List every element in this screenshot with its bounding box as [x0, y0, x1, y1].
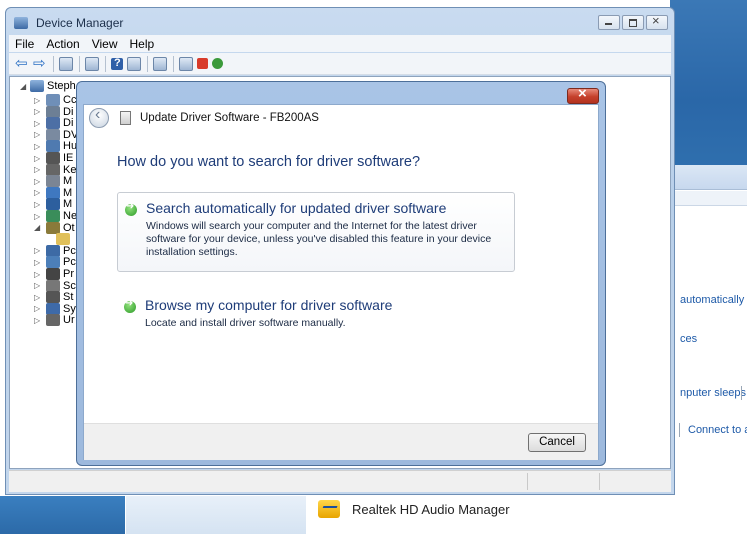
maximize-button[interactable] — [622, 15, 644, 30]
minimize-button[interactable] — [598, 15, 620, 30]
expand-triangle-icon[interactable]: ▷ — [34, 130, 42, 139]
expand-triangle-icon[interactable]: ▷ — [34, 188, 42, 197]
details-icon[interactable] — [85, 56, 99, 71]
update-driver-dialog: Update Driver Software - FB200AS How do … — [76, 81, 606, 466]
cancel-button[interactable]: Cancel — [528, 433, 586, 452]
toolbar-separator — [173, 55, 174, 72]
status-bar — [9, 470, 671, 492]
bg-text-connect[interactable]: Connect to ar — [688, 424, 747, 436]
green-arrow-icon — [125, 201, 137, 216]
window-title: Device Manager — [36, 16, 124, 30]
expand-triangle-icon[interactable]: ▷ — [34, 316, 42, 325]
background-window-titlebar — [675, 165, 747, 190]
option-description: Windows will search your computer and th… — [146, 220, 492, 258]
help-icon[interactable] — [111, 57, 123, 70]
background-window: automatically ces nputer sleeps Connect … — [675, 165, 747, 470]
browse-computer-option[interactable]: Browse my computer for driver software L… — [117, 290, 515, 340]
bg-text-automatically[interactable]: automatically — [680, 294, 744, 306]
scan-hardware-icon[interactable] — [153, 56, 167, 71]
menu-action[interactable]: Action — [46, 37, 79, 51]
show-hide-icon[interactable] — [127, 56, 141, 71]
status-divider — [527, 473, 528, 490]
green-arrow-icon — [124, 298, 136, 313]
bg-divider — [741, 386, 742, 400]
dialog-footer: Cancel — [84, 423, 598, 460]
expand-triangle-icon[interactable]: ▷ — [34, 154, 42, 163]
tree-item-label: Ur — [63, 314, 75, 327]
menu-bar: File Action View Help — [9, 35, 671, 52]
realtek-label: Realtek HD Audio Manager — [352, 501, 510, 517]
expand-triangle-icon[interactable]: ◢ — [34, 223, 42, 232]
desktop-background — [670, 0, 747, 168]
option-title: Search automatically for updated driver … — [146, 200, 447, 216]
driver-device-icon — [120, 111, 131, 125]
close-button[interactable] — [646, 13, 668, 30]
dialog-question: How do you want to search for driver sof… — [117, 154, 421, 170]
expand-triangle-icon[interactable]: ▷ — [34, 142, 42, 151]
enable-device-icon[interactable] — [212, 58, 223, 69]
tree-root[interactable]: ◢ Steph — [20, 79, 76, 93]
option-description: Locate and install driver software manua… — [145, 317, 346, 329]
dialog-content: Update Driver Software - FB200AS How do … — [83, 104, 599, 460]
expand-triangle-icon[interactable]: ▷ — [34, 177, 42, 186]
toolbar-separator — [79, 55, 80, 72]
menu-help[interactable]: Help — [130, 37, 155, 51]
update-driver-icon[interactable] — [179, 56, 193, 71]
dialog-close-button[interactable] — [567, 85, 599, 104]
properties-view-icon[interactable] — [59, 56, 73, 71]
collapse-triangle-icon[interactable]: ◢ — [20, 82, 28, 91]
dialog-header: Update Driver Software - FB200AS — [84, 105, 598, 131]
tree-root-label: Steph — [47, 80, 76, 92]
back-button[interactable] — [89, 106, 109, 128]
expand-triangle-icon[interactable]: ▷ — [34, 246, 42, 255]
expand-triangle-icon[interactable]: ▷ — [34, 293, 42, 302]
device-manager-icon — [14, 17, 28, 29]
toolbar-separator — [147, 55, 148, 72]
desktop-light-panel — [126, 496, 306, 534]
computer-icon — [30, 80, 44, 92]
desktop-blue-panel — [0, 496, 125, 534]
menu-file[interactable]: File — [15, 37, 34, 51]
expand-triangle-icon[interactable]: ▷ — [34, 200, 42, 209]
window-controls — [598, 13, 668, 30]
expand-triangle-icon[interactable]: ▷ — [34, 281, 42, 290]
bg-divider — [679, 423, 680, 437]
bg-text-computer-sleeps[interactable]: nputer sleeps — [680, 387, 746, 399]
realtek-audio-manager-link[interactable]: Realtek HD Audio Manager — [318, 497, 510, 521]
expand-triangle-icon[interactable]: ▷ — [34, 258, 42, 267]
expand-triangle-icon[interactable]: ▷ — [34, 212, 42, 221]
search-automatically-option[interactable]: Search automatically for updated driver … — [117, 192, 515, 272]
back-arrow-icon[interactable] — [15, 54, 29, 72]
uninstall-icon[interactable] — [197, 58, 208, 69]
expand-triangle-icon[interactable]: ▷ — [34, 107, 42, 116]
expand-triangle-icon[interactable]: ▷ — [34, 270, 42, 279]
device-manager-titlebar: Device Manager — [14, 14, 123, 32]
expand-triangle-icon[interactable]: ▷ — [34, 119, 42, 128]
toolbar-separator — [105, 55, 106, 72]
status-divider — [599, 473, 600, 490]
toolbar — [9, 53, 671, 75]
background-window-toolbar — [675, 191, 747, 206]
dialog-title: Update Driver Software - FB200AS — [140, 112, 319, 124]
bg-text-ces[interactable]: ces — [680, 333, 697, 345]
expand-triangle-icon[interactable]: ▷ — [34, 96, 42, 105]
realtek-audio-icon — [318, 500, 340, 518]
device-category-icon — [46, 314, 60, 327]
toolbar-separator — [53, 55, 54, 72]
option-title: Browse my computer for driver software — [145, 297, 393, 313]
expand-triangle-icon[interactable]: ▷ — [34, 165, 42, 174]
forward-arrow-icon[interactable] — [33, 54, 47, 72]
menu-view[interactable]: View — [92, 37, 118, 51]
expand-triangle-icon[interactable]: ▷ — [34, 304, 42, 313]
tree-item[interactable]: ▷ Ur — [34, 313, 75, 327]
